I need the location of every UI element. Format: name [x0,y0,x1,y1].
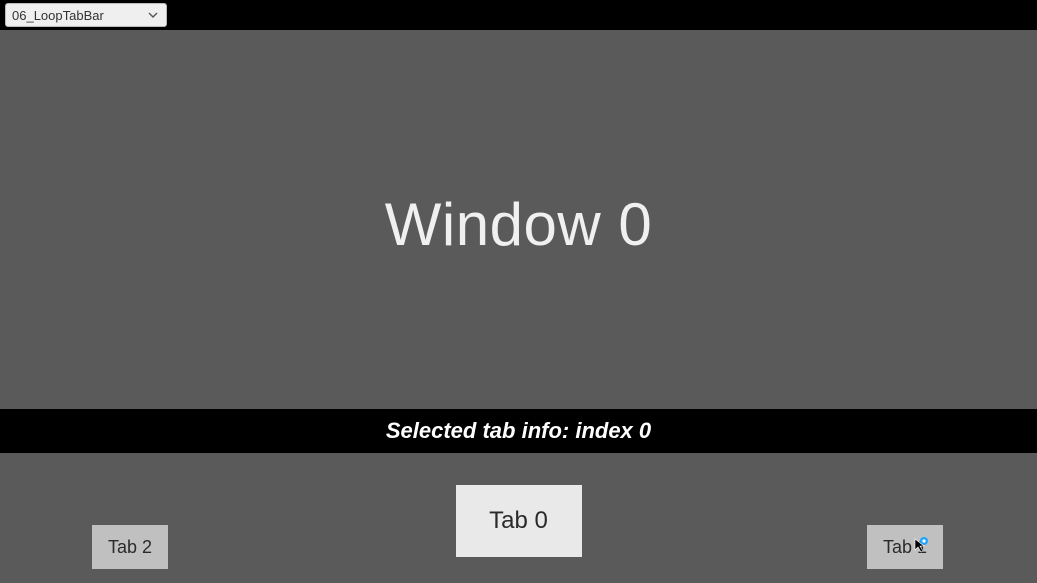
tab-center-selected[interactable]: Tab 0 [456,485,582,557]
tab-right[interactable]: Tab 1 [867,525,943,569]
selected-tab-status: Selected tab info: index 0 [0,409,1037,453]
window-title: Window 0 [0,190,1037,259]
demo-selector-dropdown[interactable]: 06_LoopTabBar [5,3,167,27]
top-menubar: 06_LoopTabBar [0,0,1037,30]
content-area: Window 0 Selected tab info: index 0 Tab … [0,30,1037,583]
tab-label: Tab 2 [108,537,152,558]
tab-left[interactable]: Tab 2 [92,525,168,569]
selected-tab-status-text: Selected tab info: index 0 [386,418,651,444]
loop-tab-bar: Tab 2 Tab 0 Tab 1 [0,451,1037,583]
tab-label: Tab 0 [489,507,548,535]
tab-label: Tab 1 [883,537,927,558]
chevron-down-icon [148,10,158,20]
demo-selector-value: 06_LoopTabBar [12,8,104,23]
